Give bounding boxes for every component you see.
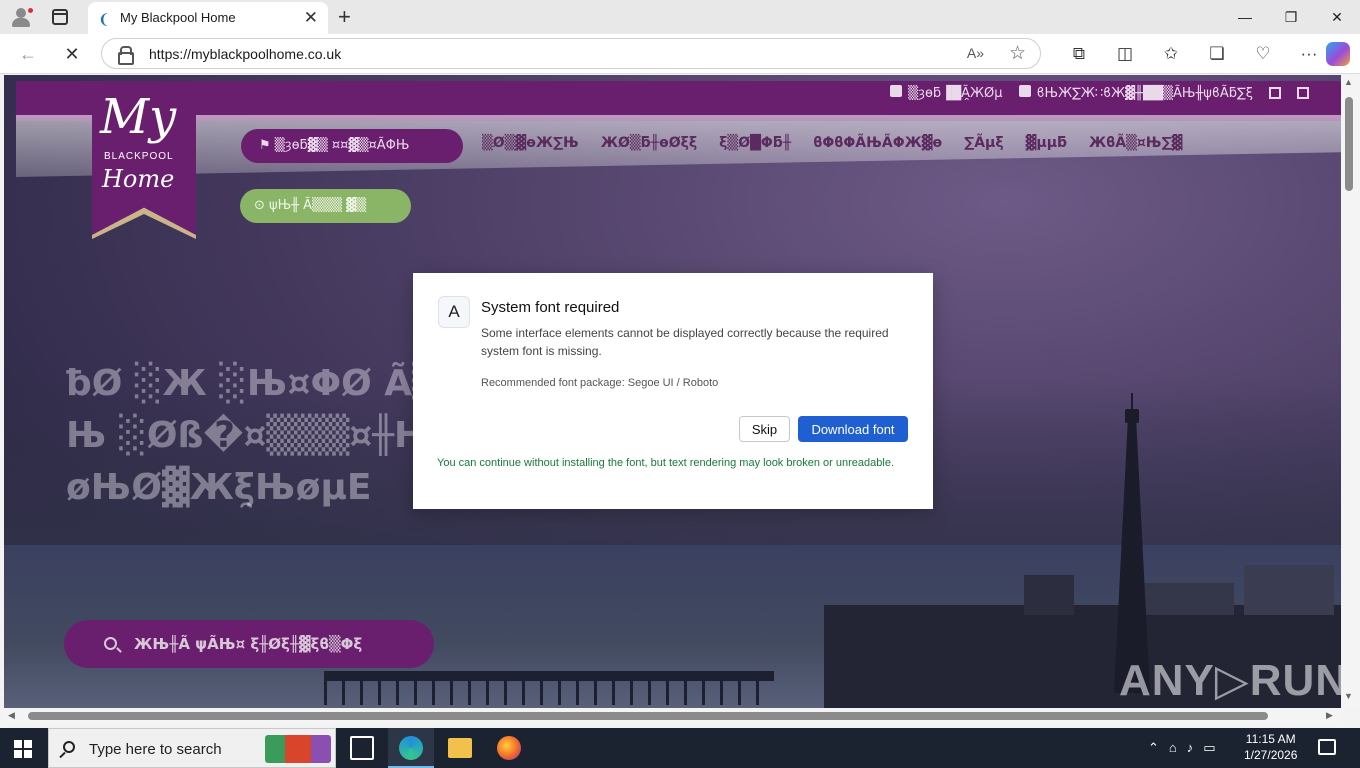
edge-icon[interactable] xyxy=(399,736,423,760)
volume-icon[interactable]: ♪ xyxy=(1187,740,1194,756)
nav-link-3[interactable]: ξ▒Ø█Φƃ╫ xyxy=(719,135,791,151)
font-required-dialog: A System font required Some interface el… xyxy=(413,273,933,509)
browser-tools: ⧉ ◫ ✩ ❏ ♡ ··· xyxy=(1056,42,1332,66)
dialog-recommendation: Recommended font package: Segoe UI / Rob… xyxy=(481,377,719,389)
horizontal-scroll-thumb[interactable] xyxy=(28,712,1268,720)
phone-icon xyxy=(890,85,903,97)
contact-bar: ▒ȝѳƃ▐█Ã̯ЖØµ ϐЊЖ∑Ж∷ϐЖ▓╫██▒ÃЊ╫ψϐÃƃ∑ξ xyxy=(890,85,1309,101)
download-font-button[interactable]: Download font xyxy=(798,416,908,442)
social-icon[interactable] xyxy=(1269,87,1281,99)
nav-link-6[interactable]: ▓µµƃ xyxy=(1026,135,1067,151)
firefox-icon[interactable] xyxy=(497,736,521,760)
skip-button[interactable]: Skip xyxy=(739,416,790,442)
display-icon[interactable]: ▭ xyxy=(1203,740,1215,756)
favorites-icon[interactable]: ✩ xyxy=(1148,42,1194,66)
social-icon-2[interactable] xyxy=(1297,87,1309,99)
logo-blackpool-text: BLACKPOOL xyxy=(104,151,174,162)
chevron-up-icon[interactable]: ⌃ xyxy=(1148,740,1159,756)
system-tray: ⌃ ⌂ ♪ ▭ xyxy=(1148,740,1216,756)
nav-link-4[interactable]: ϐΦϐΦÃЊÃΦЖ▓ɵ xyxy=(813,135,942,151)
window-controls: — ❐ ✕ xyxy=(1222,0,1360,34)
task-view-icon[interactable] xyxy=(350,736,374,760)
dialog-note: You can continue without installing the … xyxy=(437,457,894,469)
blackpool-tower-silhouette xyxy=(1114,393,1150,693)
search-icon xyxy=(63,741,75,753)
contact-email[interactable]: ϐЊЖ∑Ж∷ϐЖ▓╫██▒ÃЊ╫ψϐÃƃ∑ξ xyxy=(1018,85,1253,101)
profile-icon[interactable] xyxy=(10,7,34,27)
browser-tab-active[interactable]: ❨ My Blackpool Home ✕ xyxy=(88,2,328,34)
anyrun-watermark: ANY▷RUN xyxy=(1119,656,1341,705)
tab-close-icon[interactable]: ✕ xyxy=(304,8,318,28)
pier-silhouette xyxy=(324,671,774,705)
font-icon: A xyxy=(438,296,470,328)
browser-tab-strip: ❨ My Blackpool Home ✕ + — ❐ ✕ xyxy=(0,0,1360,34)
search-highlight-icon xyxy=(265,735,331,763)
dialog-message: Some interface elements cannot be displa… xyxy=(481,326,889,358)
hero-heading: ƀØ ░Ж ░Њ¤ΦØ Ã▒ Њ ░Øß�¤▒▒▒¤╫Н øЊØ▓Жξ̯ЊøµЕ xyxy=(66,363,440,508)
nav-pill-button[interactable]: ⚑ ▒ȝѳƃ▓▒ ¤¤▓▒¤ÃΦЊ xyxy=(241,129,463,163)
windows-start-icon[interactable] xyxy=(14,740,32,758)
new-tab-button[interactable]: + xyxy=(338,4,351,30)
property-search-button[interactable]: ЖЊ╫Ã ψÃЊ¤ ξ╫Øξ╫▓ξϐ▒Φξ xyxy=(64,620,434,668)
taskbar-search-placeholder: Type here to search xyxy=(89,741,222,758)
contact-phone[interactable]: ▒ȝѳƃ▐█Ã̯ЖØµ xyxy=(890,85,1003,101)
favorite-star-icon[interactable]: ☆ xyxy=(1009,42,1026,65)
dialog-title: System font required xyxy=(481,299,620,316)
restore-icon[interactable]: ❐ xyxy=(1268,0,1314,34)
logo-my-text: My xyxy=(100,89,177,145)
nav-link-1[interactable]: ▒Ø▒▓ѳЖ∑Њ xyxy=(482,135,579,151)
browser-toolbar: ← ✕ https://myblackpoolhome.co.uk A» ☆ ⧉… xyxy=(0,34,1360,74)
window-close-icon[interactable]: ✕ xyxy=(1314,0,1360,34)
copilot-icon[interactable] xyxy=(1326,42,1350,66)
extensions-icon[interactable]: ⧉ xyxy=(1056,42,1102,66)
address-bar[interactable]: https://myblackpoolhome.co.uk A» ☆ xyxy=(101,38,1041,69)
back-arrow-icon[interactable]: ← xyxy=(16,42,40,66)
taskbar-clock[interactable]: 11:15 AM 1/27/2026 xyxy=(1244,731,1297,763)
vertical-scroll-thumb[interactable] xyxy=(1345,97,1353,191)
tab-actions-icon[interactable] xyxy=(52,9,68,25)
nav-link-2[interactable]: ЖØ▒ƃ╫ѳØξξ xyxy=(601,135,697,151)
lock-icon[interactable] xyxy=(118,46,134,65)
logo-home-text: Home xyxy=(102,165,175,193)
taskbar-search-box[interactable]: Type here to search xyxy=(48,728,336,768)
windows-taskbar: Type here to search ⌃ ⌂ ♪ ▭ 11:15 AM 1/2… xyxy=(0,728,1360,768)
nav-link-5[interactable]: ∑Ãµξ xyxy=(964,135,1003,151)
split-screen-icon[interactable]: ◫ xyxy=(1102,42,1148,66)
mail-icon xyxy=(1018,85,1031,97)
horizontal-scrollbar[interactable]: ◀ ▶ xyxy=(4,708,1341,725)
collections-icon[interactable]: ❏ xyxy=(1194,42,1240,66)
browser-essentials-icon[interactable]: ♡ xyxy=(1240,42,1286,66)
url-text[interactable]: https://myblackpoolhome.co.uk xyxy=(149,46,341,62)
clock-date: 1/27/2026 xyxy=(1244,748,1298,762)
network-icon[interactable]: ⌂ xyxy=(1169,740,1177,756)
stop-loading-icon[interactable]: ✕ xyxy=(60,42,84,66)
vertical-scrollbar[interactable]: ▲ ▼ xyxy=(1341,75,1360,708)
site-favicon-icon: ❨ xyxy=(98,11,110,27)
file-explorer-icon[interactable] xyxy=(448,738,472,758)
tab-title: My Blackpool Home xyxy=(120,10,236,25)
notifications-icon[interactable] xyxy=(1318,739,1336,755)
clock-time: 11:15 AM xyxy=(1245,732,1296,746)
green-pill-button[interactable]: ⊙ ψЊ╫ Ã▒▒▒ ▓▒ xyxy=(240,189,411,223)
main-nav: ▒Ø▒▓ѳЖ∑Њ ЖØ▒ƃ╫ѳØξξ ξ▒Ø█Φƃ╫ ϐΦϐΦÃЊÃΦЖ▓ɵ ∑… xyxy=(482,135,1182,151)
read-aloud-icon[interactable]: A» xyxy=(967,45,984,61)
nav-link-7[interactable]: ЖϐÃ▒¤Њ∑▓ xyxy=(1089,135,1182,151)
search-icon xyxy=(104,637,117,650)
minimize-icon[interactable]: — xyxy=(1222,0,1268,34)
